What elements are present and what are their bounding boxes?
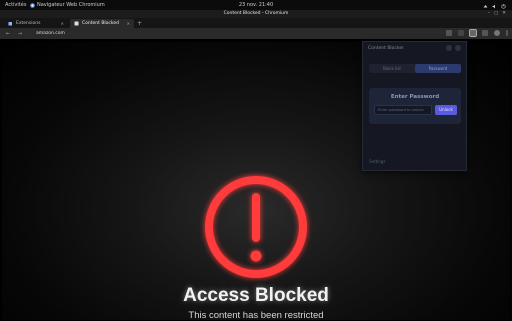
popup-segmented-control: Block list Password: [369, 64, 461, 73]
volume-icon: [492, 3, 497, 8]
segment-block-list[interactable]: Block list: [369, 64, 415, 73]
password-input[interactable]: Enter password to unlock: [374, 105, 432, 115]
url-text: amazon.com: [36, 30, 65, 36]
password-title: Enter Password: [390, 94, 440, 100]
tab-label: Content Blocked: [82, 21, 119, 26]
tab-strip: Extensions ✕ Content Blocked ✕ +: [0, 18, 512, 28]
popup-close-icon[interactable]: [455, 45, 461, 51]
power-icon: [501, 3, 506, 9]
chromium-icon: [30, 2, 35, 8]
forward-icon[interactable]: →: [16, 31, 24, 37]
browser-toolbar: ← → ↻ amazon.com: [0, 28, 512, 39]
address-bar[interactable]: amazon.com: [30, 29, 428, 38]
app-menu-label: Navigateur Web Chromium: [37, 2, 105, 8]
popup-footer-link[interactable]: Settings: [369, 159, 385, 164]
tab-label: Extensions: [16, 21, 41, 26]
puzzle-extensions-icon[interactable]: [482, 30, 488, 36]
back-icon[interactable]: ←: [4, 31, 12, 37]
page-subtitle: This content has been restricted: [188, 310, 324, 321]
extension-popup: Content Blocker Block list Password Ente…: [362, 41, 467, 171]
bookmark-star-icon[interactable]: [458, 30, 464, 36]
popup-header: Content Blocker: [368, 46, 404, 51]
close-tab-icon[interactable]: ✕: [61, 19, 64, 28]
close-tab-icon[interactable]: ✕: [127, 19, 130, 28]
network-icon: [483, 3, 488, 8]
window-title-bar[interactable]: Content Blocked - Chromium – ▢ ✕: [0, 10, 512, 18]
popup-settings-icon[interactable]: [446, 45, 452, 51]
password-card: Enter Password Enter password to unlock …: [369, 88, 461, 124]
maximize-icon[interactable]: ▢: [494, 10, 498, 18]
clock[interactable]: 23 nov. 21:40: [239, 0, 273, 10]
minimize-icon[interactable]: –: [488, 10, 490, 18]
page-title: Access Blocked: [183, 285, 329, 306]
unlock-button[interactable]: Unlock: [435, 105, 457, 115]
app-menu[interactable]: Navigateur Web Chromium: [30, 0, 105, 10]
puzzle-icon: [8, 22, 12, 26]
tab-content-blocked[interactable]: Content Blocked ✕: [70, 19, 134, 28]
segment-password[interactable]: Password: [415, 64, 461, 73]
system-top-bar: Activités Navigateur Web Chromium 23 nov…: [0, 0, 512, 10]
extension-shield-icon[interactable]: [469, 29, 477, 37]
exclamation-circle-icon: [205, 176, 307, 278]
menu-kebab-icon[interactable]: [506, 30, 508, 36]
tab-extensions[interactable]: Extensions ✕: [4, 19, 68, 28]
system-tray[interactable]: [483, 0, 506, 9]
translate-icon[interactable]: [446, 30, 452, 36]
profile-icon[interactable]: [494, 30, 500, 36]
window-title: Content Blocked - Chromium: [223, 11, 289, 16]
close-window-icon[interactable]: ✕: [502, 10, 506, 18]
new-tab-button[interactable]: +: [137, 19, 142, 28]
page-favicon-icon: [74, 21, 79, 26]
activities-button[interactable]: Activités: [5, 0, 26, 10]
